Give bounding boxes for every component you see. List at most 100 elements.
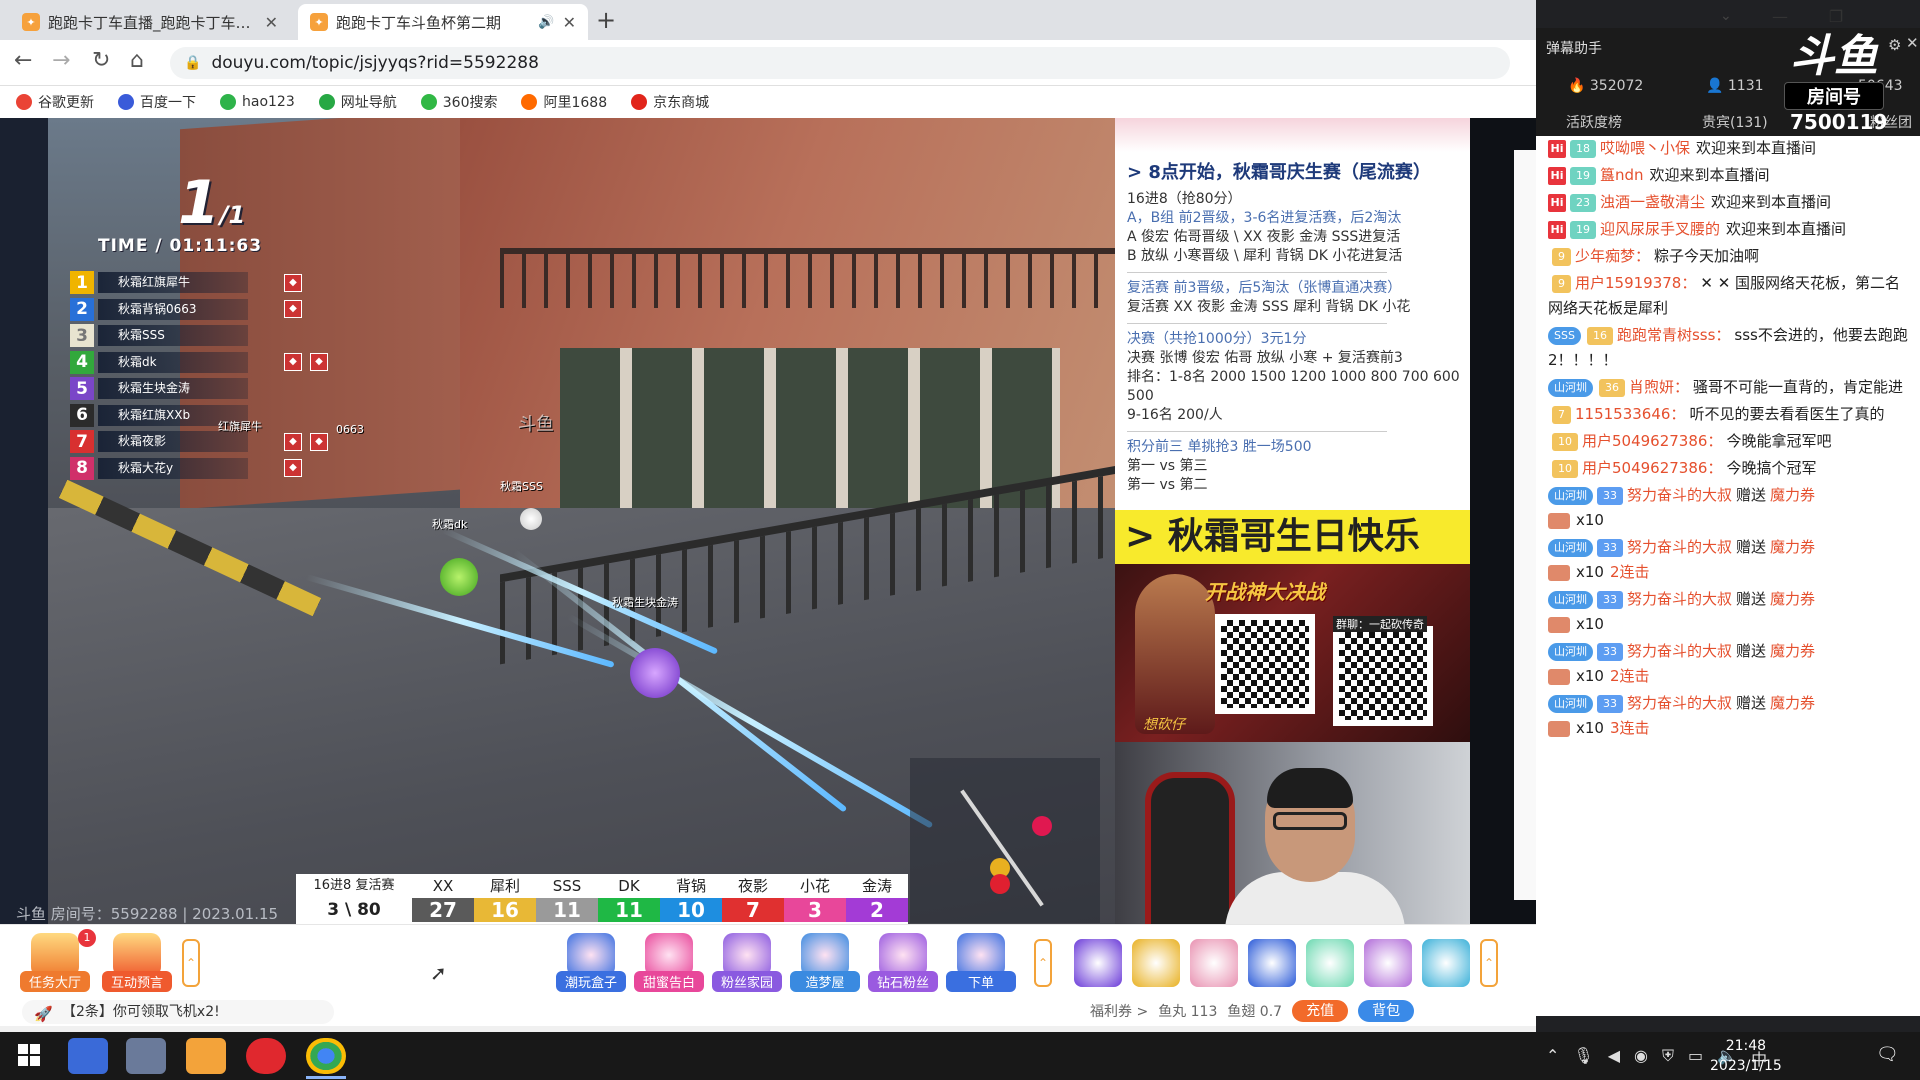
wallet: 福利券 > 鱼丸 113 鱼翅 0.7 充值 背包 bbox=[1090, 1000, 1415, 1022]
danmu-username[interactable]: 簋ndn bbox=[1600, 166, 1644, 184]
bar-item[interactable]: 粉丝家园 bbox=[712, 933, 782, 992]
audio-playing-icon[interactable]: 🔊 bbox=[538, 15, 554, 30]
danmu-username[interactable]: 努力奋斗的大叔 bbox=[1627, 694, 1732, 712]
fans-stat: 👤 1131 bbox=[1706, 78, 1764, 94]
new-tab-icon[interactable]: + bbox=[596, 6, 616, 34]
promo-signature: 想砍仔 bbox=[1143, 717, 1185, 733]
reload-icon[interactable]: ↻ bbox=[92, 48, 110, 73]
back-arrow-icon[interactable]: ← bbox=[14, 48, 32, 73]
gift-icon[interactable] bbox=[1422, 939, 1470, 987]
expand-center-icon[interactable]: ⌃ bbox=[1034, 939, 1052, 987]
streamer-webcam bbox=[1115, 742, 1470, 924]
rule-line: 9-16名 200/人 bbox=[1127, 407, 1223, 423]
netease-music-icon[interactable] bbox=[246, 1038, 286, 1074]
forward-arrow-icon[interactable]: → bbox=[52, 48, 70, 73]
shield-icon[interactable]: ⛨ bbox=[1662, 1046, 1674, 1070]
game-promo-ad[interactable]: 开战神大决战 群聊：一起砍传奇 想砍仔 bbox=[1115, 564, 1470, 742]
bar-item[interactable]: 潮玩盒子 bbox=[556, 933, 626, 992]
bookmark-item[interactable]: 谷歌更新 bbox=[16, 92, 94, 112]
danmu-username[interactable]: 努力奋斗的大叔 bbox=[1627, 590, 1732, 608]
bookmark-item[interactable]: 百度一下 bbox=[118, 92, 196, 112]
tab-vip[interactable]: 贵宾(131) bbox=[1702, 112, 1768, 132]
tray-expand-icon[interactable]: ⌃ bbox=[1546, 1046, 1559, 1070]
windows-taskbar: ⌃ 🎙 ◀ ◉ ⛨ ▭ 🔈 中 21:48 2023/1/15 🗨 bbox=[0, 1032, 1920, 1080]
taskbar-app-icon[interactable] bbox=[68, 1038, 108, 1074]
gift-icon[interactable] bbox=[1132, 939, 1180, 987]
taskbar-app-icon[interactable] bbox=[186, 1038, 226, 1074]
microphone-icon[interactable]: 🎙 bbox=[1573, 1046, 1593, 1070]
close-tab-icon[interactable]: ✕ bbox=[265, 13, 278, 32]
notification-icon[interactable]: 🗨 bbox=[1876, 1044, 1899, 1065]
danmu-username[interactable]: 努力奋斗的大叔 bbox=[1627, 486, 1732, 504]
item-slot-icon: ◆ bbox=[284, 459, 302, 478]
gear-icon[interactable]: ⚙ bbox=[1888, 36, 1901, 54]
recharge-button[interactable]: 充值 bbox=[1292, 1000, 1349, 1022]
bookmark-favicon-icon bbox=[318, 94, 335, 110]
bar-item[interactable]: 互动预言 bbox=[102, 933, 172, 992]
danmu-username[interactable]: 1151533646： bbox=[1575, 405, 1685, 423]
hot-stat: 🔥 352072 bbox=[1568, 78, 1643, 94]
gift-icon[interactable] bbox=[1190, 939, 1238, 987]
danmu-username[interactable]: 肖煦妍： bbox=[1629, 378, 1689, 396]
danmu-username[interactable]: 哎呦喂丶小保 bbox=[1600, 139, 1690, 157]
ranking-player-name: 秋霜大花y bbox=[98, 457, 248, 479]
item-slot-icon: ◆ bbox=[284, 353, 302, 372]
bookmark-item[interactable]: 网址导航 bbox=[318, 92, 397, 112]
expand-left-icon[interactable]: ⌃ bbox=[182, 939, 200, 987]
bookmark-favicon-icon bbox=[521, 94, 538, 110]
browser-tab-1[interactable]: ✦ 跑跑卡丁车直播_跑跑卡丁车直播 ✕ bbox=[10, 4, 290, 40]
close-tab-icon[interactable]: ✕ bbox=[563, 13, 576, 32]
room-number: 7500119 bbox=[1790, 110, 1888, 134]
danmu-username[interactable]: 努力奋斗的大叔 bbox=[1627, 642, 1732, 660]
page-side-strip bbox=[1514, 150, 1536, 900]
mute-icon[interactable]: ◀ bbox=[1608, 1046, 1620, 1070]
gift-icon[interactable] bbox=[1364, 939, 1412, 987]
danmu-username[interactable]: 用户15919378： bbox=[1575, 274, 1696, 292]
chrome-icon[interactable] bbox=[306, 1038, 346, 1074]
user-icon: 👤 bbox=[1706, 78, 1724, 94]
welfare-link[interactable]: 福利券 > bbox=[1090, 1001, 1148, 1021]
home-icon[interactable]: ⌂ bbox=[130, 48, 144, 73]
backpack-button[interactable]: 背包 bbox=[1358, 1000, 1415, 1022]
scoreboard-player: XX 27 bbox=[412, 874, 474, 924]
game-video[interactable]: 1/1 TIME / 01:11:63 1 秋霜红旗犀牛 ◆ 2 秋霜背锅0663 ◆ 3 秋… bbox=[0, 118, 1115, 924]
browser-tab-2[interactable]: ✦ 跑跑卡丁车斗鱼杯第二期 🔊 ✕ bbox=[298, 4, 588, 40]
danmu-username[interactable]: 迎风尿尿手叉腰的 bbox=[1600, 220, 1720, 238]
bookmark-item[interactable]: hao123 bbox=[220, 94, 295, 110]
network-icon[interactable]: ▭ bbox=[1688, 1046, 1703, 1070]
windows-start-icon[interactable] bbox=[18, 1044, 40, 1066]
taskbar-clock[interactable]: 21:48 2023/1/15 bbox=[1710, 1036, 1782, 1076]
danmu-username[interactable]: 少年痴梦： bbox=[1575, 247, 1650, 265]
douyu-room-logo: 斗鱼 房间号 bbox=[1784, 32, 1884, 112]
gift-icon[interactable] bbox=[1306, 939, 1354, 987]
bookmark-item[interactable]: 360搜索 bbox=[420, 92, 497, 112]
item-slot-icon: ◆ bbox=[284, 432, 302, 451]
danmu-username[interactable]: 浊酒一盏敬清尘 bbox=[1600, 193, 1705, 211]
danmu-username[interactable]: 跑跑常青树sss： bbox=[1617, 326, 1730, 344]
claim-notice[interactable]: 🚀 【2条】你可领取飞机x2! bbox=[22, 1000, 334, 1024]
bookmark-item[interactable]: 阿里1688 bbox=[521, 92, 607, 112]
bookmark-item[interactable]: 京东商城 bbox=[631, 92, 709, 112]
danmu-username[interactable]: 用户5049627386： bbox=[1582, 459, 1722, 477]
danmu-title: 弹幕助手 bbox=[1546, 41, 1602, 57]
stream-player[interactable]: 1/1 TIME / 01:11:63 1 秋霜红旗犀牛 ◆ 2 秋霜背锅0663 ◆ 3 秋… bbox=[0, 118, 1536, 924]
danmu-username[interactable]: 努力奋斗的大叔 bbox=[1627, 538, 1732, 556]
danmu-username[interactable]: 用户5049627386： bbox=[1582, 432, 1722, 450]
close-icon[interactable]: ✕ bbox=[1906, 34, 1919, 52]
gift-icon[interactable] bbox=[1248, 939, 1296, 987]
bar-item[interactable]: 造梦屋 bbox=[790, 933, 860, 992]
gift-icon[interactable] bbox=[1074, 939, 1122, 987]
scoreboard-player-name: 犀利 bbox=[489, 877, 520, 895]
bar-item[interactable]: 下单 bbox=[946, 933, 1016, 992]
bar-item[interactable]: 任务大厅 1 bbox=[20, 929, 96, 992]
tab-activity[interactable]: 活跃度榜 bbox=[1566, 112, 1622, 132]
danmu-message: Hi 23 浊酒一盏敬清尘 欢迎来到本直播间 bbox=[1548, 190, 1912, 215]
tray-app-icon[interactable]: ◉ bbox=[1634, 1046, 1648, 1070]
danmu-message-list[interactable]: Hi 18 哎呦喂丶小保 欢迎来到本直播间 Hi 19 簋ndn 欢迎来到本直播间 Hi 23 浊酒… bbox=[1536, 136, 1920, 1016]
expand-gifts-icon[interactable]: ⌃ bbox=[1480, 939, 1498, 987]
bar-item[interactable]: 钻石粉丝 bbox=[868, 933, 938, 992]
taskbar-app-icon[interactable] bbox=[126, 1038, 166, 1074]
tab-search-chevron-icon[interactable]: ⌄ bbox=[1720, 8, 1732, 24]
address-bar[interactable]: 🔒 douyu.com/topic/jsjyyqs?rid=5592288 bbox=[170, 47, 1510, 79]
bar-item[interactable]: 甜蜜告白 bbox=[634, 933, 704, 992]
